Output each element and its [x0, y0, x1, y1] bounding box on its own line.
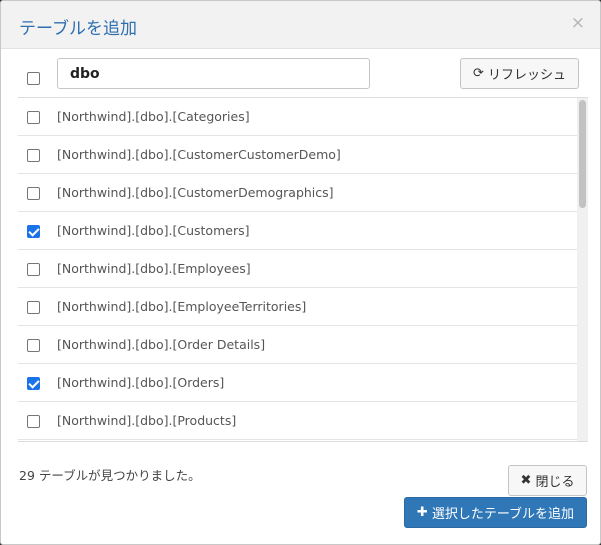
table-name: [Northwind].[dbo].[Products]: [57, 413, 237, 428]
table-row[interactable]: [Northwind].[dbo].[Categories]: [18, 98, 577, 136]
table-checkbox[interactable]: [27, 187, 40, 200]
close-icon[interactable]: ×: [571, 13, 585, 33]
table-checkbox[interactable]: [27, 225, 40, 238]
divider: [18, 441, 588, 442]
close-button[interactable]: ✖ 閉じる: [508, 465, 587, 496]
table-checkbox[interactable]: [27, 111, 40, 124]
add-table-dialog: テーブルを追加 × ⟳ リフレッシュ [Northwind].[dbo].[Ca…: [0, 0, 601, 545]
table-name: [Northwind].[dbo].[EmployeeTerritories]: [57, 299, 307, 314]
close-label: 閉じる: [535, 475, 575, 490]
table-row[interactable]: [Northwind].[dbo].[Customers]: [18, 212, 577, 250]
table-name: [Northwind].[dbo].[CustomerCustomerDemo]: [57, 147, 341, 162]
table-checkbox[interactable]: [27, 301, 40, 314]
search-input[interactable]: [57, 58, 370, 89]
table-row[interactable]: [Northwind].[dbo].[EmployeeTerritories]: [18, 288, 577, 326]
table-name: [Northwind].[dbo].[Customers]: [57, 223, 250, 238]
table-name: [Northwind].[dbo].[Orders]: [57, 375, 225, 390]
table-row[interactable]: [Northwind].[dbo].[Orders]: [18, 364, 577, 402]
table-name: [Northwind].[dbo].[Employees]: [57, 261, 251, 276]
select-all-checkbox[interactable]: [27, 72, 40, 85]
table-list: [Northwind].[dbo].[Categories] [Northwin…: [18, 97, 588, 441]
table-checkbox[interactable]: [27, 377, 40, 390]
table-name: [Northwind].[dbo].[CustomerDemographics]: [57, 185, 334, 200]
result-count: 29 テーブルが見つかりました。: [19, 468, 201, 483]
table-checkbox[interactable]: [27, 149, 40, 162]
refresh-icon: ⟳: [473, 66, 484, 81]
table-row[interactable]: [Northwind].[dbo].[Products]: [18, 402, 577, 440]
dialog-title: テーブルを追加: [19, 19, 137, 39]
times-icon: ✖: [520, 473, 532, 488]
table-name: [Northwind].[dbo].[Categories]: [57, 109, 250, 124]
refresh-label: リフレッシュ: [487, 68, 566, 83]
list-scrollbar[interactable]: [577, 98, 588, 441]
scrollbar-thumb[interactable]: [579, 100, 586, 208]
dialog-header: テーブルを追加 ×: [1, 1, 600, 49]
table-row[interactable]: [Northwind].[dbo].[Employees]: [18, 250, 577, 288]
table-checkbox[interactable]: [27, 415, 40, 428]
table-name: [Northwind].[dbo].[Order Details]: [57, 337, 266, 352]
table-row[interactable]: [Northwind].[dbo].[Order Details]: [18, 326, 577, 364]
add-label: 選択したテーブルを追加: [431, 507, 575, 522]
table-checkbox[interactable]: [27, 263, 40, 276]
table-row[interactable]: [Northwind].[dbo].[CustomerCustomerDemo]: [18, 136, 577, 174]
plus-icon: ✚: [416, 505, 428, 520]
refresh-button[interactable]: ⟳ リフレッシュ: [460, 58, 579, 89]
table-row[interactable]: [Northwind].[dbo].[CustomerDemographics]: [18, 174, 577, 212]
add-selected-tables-button[interactable]: ✚ 選択したテーブルを追加: [404, 497, 587, 528]
table-checkbox[interactable]: [27, 339, 40, 352]
